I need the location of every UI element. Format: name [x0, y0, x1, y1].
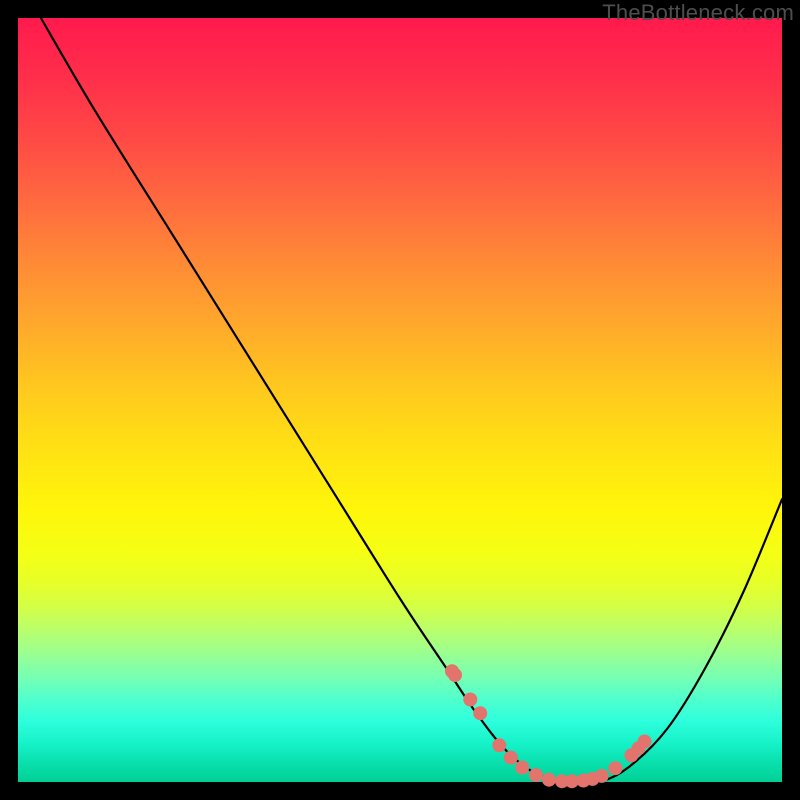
- scatter-point: [463, 693, 477, 707]
- scatter-point: [529, 768, 543, 782]
- watermark-text: TheBottleneck.com: [602, 0, 794, 26]
- plot-area: [18, 18, 782, 782]
- scatter-point: [448, 668, 462, 682]
- scatter-point: [492, 738, 506, 752]
- scatter-markers: [445, 664, 652, 788]
- scatter-point: [515, 761, 529, 775]
- chart-svg: [18, 18, 782, 782]
- bottleneck-curve: [41, 18, 782, 783]
- chart-frame: TheBottleneck.com: [0, 0, 800, 800]
- scatter-point: [608, 761, 622, 775]
- scatter-point: [473, 706, 487, 720]
- scatter-point: [542, 773, 556, 787]
- scatter-point: [504, 751, 518, 765]
- scatter-point: [595, 769, 609, 783]
- scatter-point: [638, 735, 652, 749]
